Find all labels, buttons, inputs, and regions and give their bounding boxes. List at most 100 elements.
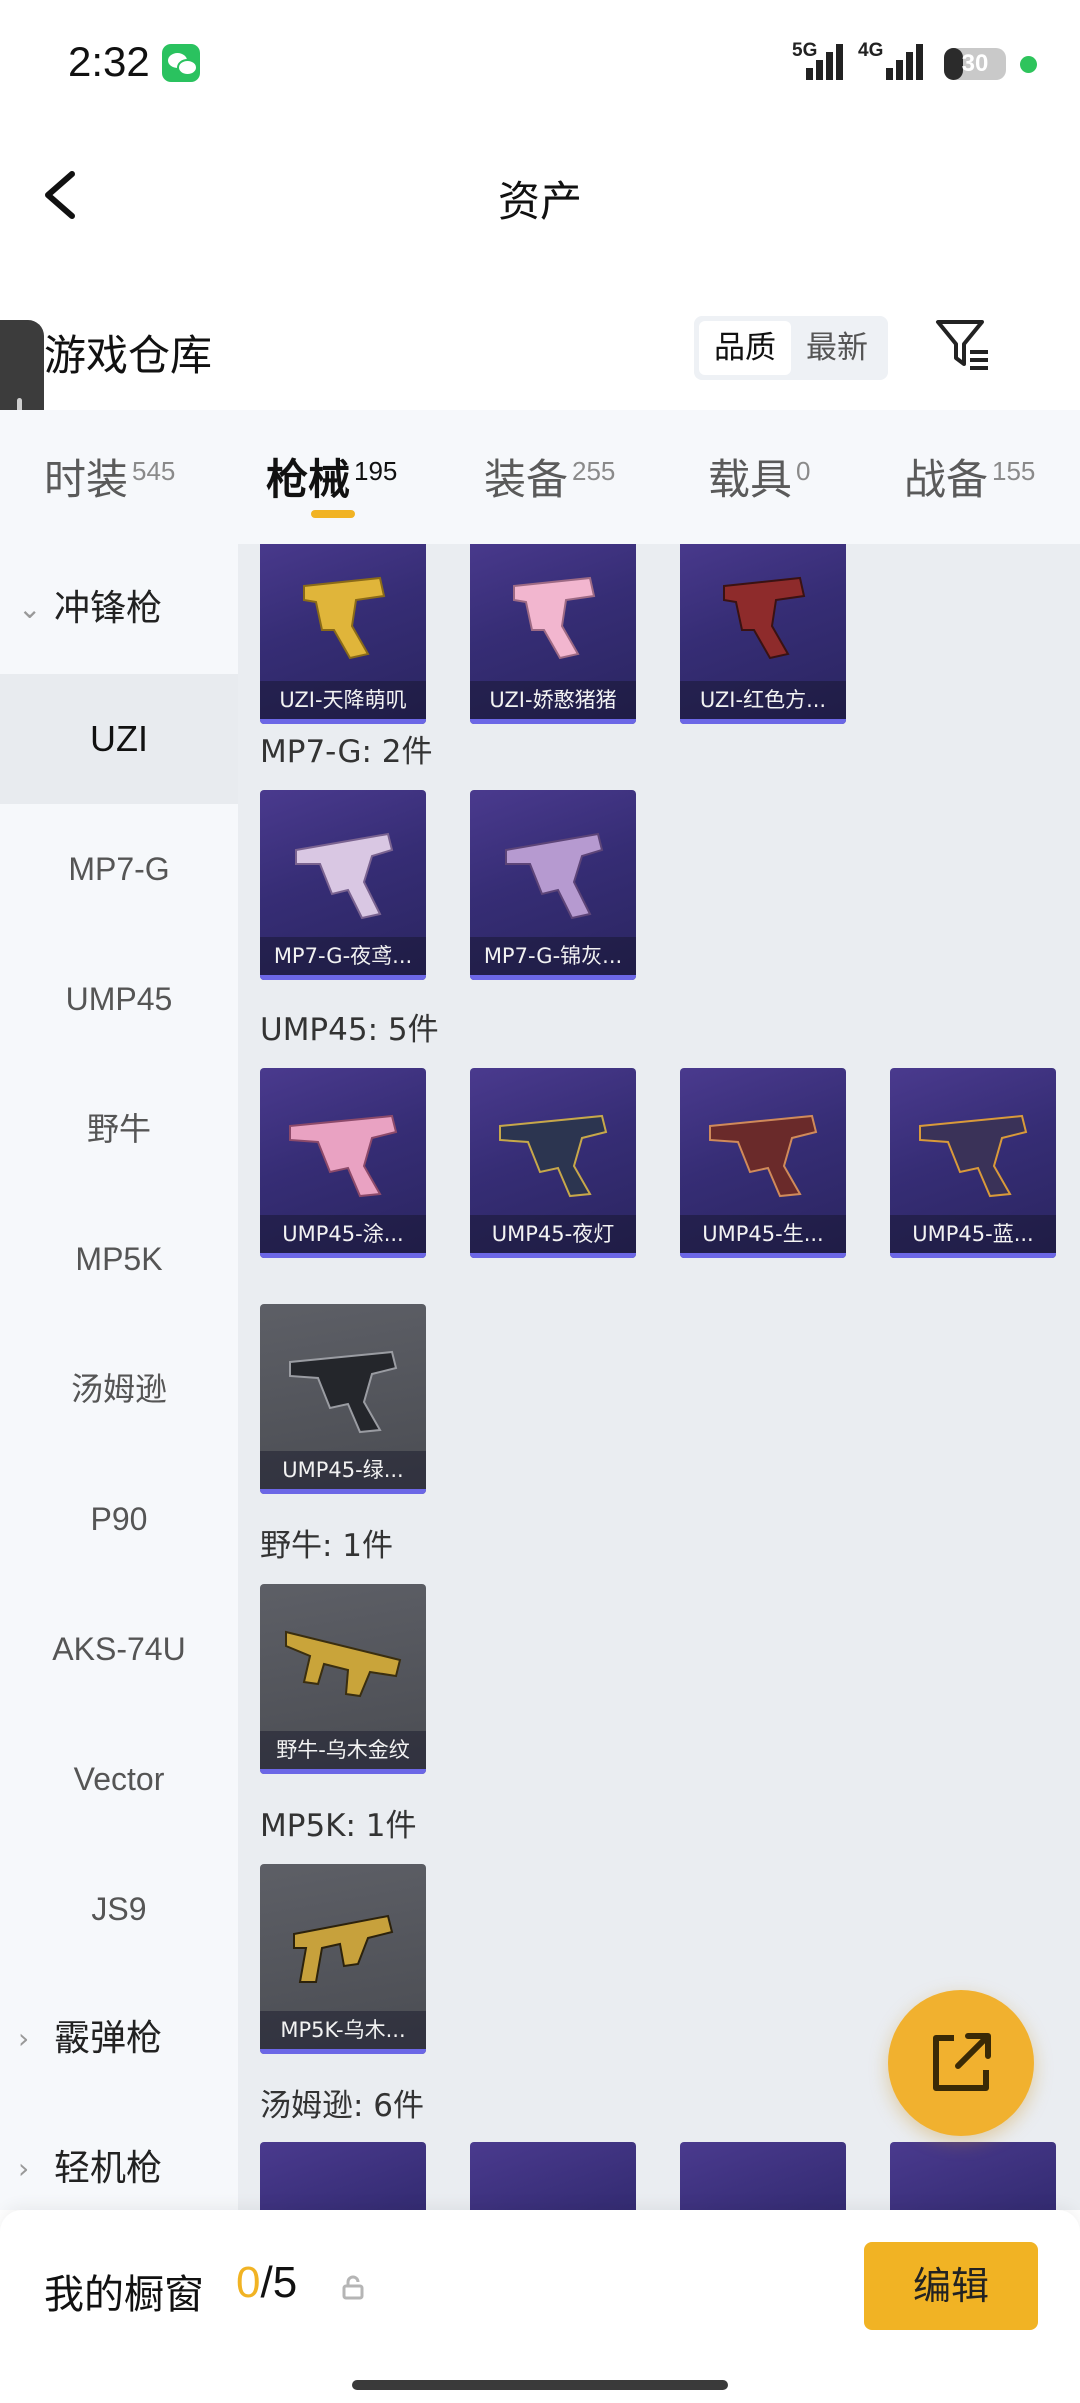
skin-card-ump45-3[interactable]: UMP45-生... [680, 1068, 846, 1258]
tab-label: 装备 [484, 455, 569, 504]
skin-card-ump45-4[interactable]: UMP45-蓝... [890, 1068, 1056, 1258]
tab-fashion[interactable]: 时装 545 [44, 446, 175, 506]
category-header-bison: 野牛: 1件 [260, 1528, 394, 1564]
status-time: 2:32 [68, 38, 150, 85]
page-title: 资产 [497, 177, 582, 226]
skin-card-mp7g-1[interactable]: MP7-G-夜鸢... [260, 790, 426, 980]
weapon-category-sidebar: ⌄ 冲锋枪 UZI MP7-G UMP45 野牛 MP5K 汤姆逊 P90 AK… [0, 544, 238, 2210]
sidebar-group-shotgun[interactable]: › 霰弹枪 [0, 1974, 238, 2104]
skin-name: 野牛-乌木金纹 [260, 1731, 426, 1769]
tab-vehicles[interactable]: 载具 0 [708, 446, 810, 506]
weapon-mp7-icon [295, 832, 394, 920]
sidebar-group-smg[interactable]: ⌄ 冲锋枪 [0, 544, 238, 674]
skin-name: MP5K-乌木... [260, 2011, 426, 2049]
tab-supplies[interactable]: 战备 155 [904, 446, 1035, 506]
skin-name: UMP45-夜灯 [470, 1215, 636, 1253]
weapon-uzi-pink-icon [513, 576, 596, 660]
skin-name: UZI-红色方... [680, 681, 846, 719]
weapon-ump45-icon [499, 1114, 608, 1198]
sort-option-newest[interactable]: 最新 [791, 321, 883, 375]
weapon-ump45-icon [709, 1114, 818, 1198]
skin-name: UZI-天降萌叽 [260, 681, 426, 719]
lock-icon [342, 2275, 364, 2300]
tab-label: 载具 [708, 455, 793, 504]
chevron-down-icon: ⌄ [18, 592, 42, 625]
tab-equipment[interactable]: 装备 255 [484, 446, 615, 506]
active-tab-indicator [311, 510, 355, 518]
skin-card-thompson-4[interactable] [890, 2142, 1056, 2210]
tab-label: 枪械 [266, 455, 351, 504]
showcase-bar: 我的橱窗 0/5 编辑 [0, 2210, 1080, 2403]
privacy-indicator-dot [1020, 56, 1037, 73]
skin-name: UMP45-涂... [260, 1215, 426, 1253]
sidebar-group-lmg[interactable]: › 轻机枪 [0, 2104, 238, 2210]
skin-card-bison-1[interactable]: 野牛-乌木金纹 [260, 1584, 426, 1774]
tab-label: 战备 [904, 455, 989, 504]
skin-card-mp7g-2[interactable]: MP7-G-锦灰... [470, 790, 636, 980]
filter-button[interactable] [932, 314, 994, 376]
skin-name: UMP45-蓝... [890, 1215, 1056, 1253]
tab-count: 545 [132, 456, 176, 486]
sidebar-item-mp7g[interactable]: MP7-G [0, 804, 238, 934]
showcase-label: 我的橱窗 [44, 2272, 204, 2318]
sidebar-item-p90[interactable]: P90 [0, 1454, 238, 1584]
skin-card-thompson-1[interactable] [260, 2142, 426, 2210]
category-header-thompson: 汤姆逊: 6件 [260, 2088, 425, 2124]
sidebar-item-thompson[interactable]: 汤姆逊 [0, 1324, 238, 1454]
tab-count: 155 [992, 456, 1036, 486]
skin-card-ump45-5[interactable]: UMP45-绿... [260, 1304, 426, 1494]
status-bar: 2:32 5G 4G 30 [0, 0, 1080, 130]
sidebar-item-js9[interactable]: JS9 [0, 1844, 238, 1974]
share-external-icon [933, 2033, 991, 2091]
sidebar-item-ump45[interactable]: UMP45 [0, 934, 238, 1064]
sidebar-item-uzi[interactable]: UZI [0, 674, 238, 804]
showcase-count-current: 0 [236, 2258, 261, 2307]
sidebar-item-bison[interactable]: 野牛 [0, 1064, 238, 1194]
filter-list-icon [936, 320, 988, 370]
weapon-skin-grid: UZI-天降萌叽 UZI-娇憨猪猪 UZI-红色方... MP7-G: 2件 M… [238, 544, 1080, 2210]
showcase-count-total: /5 [260, 2258, 298, 2307]
tab-count: 195 [354, 456, 398, 486]
tab-label: 时装 [44, 455, 129, 504]
signal-5g-icon [806, 44, 846, 80]
weapon-ump45-icon [289, 1350, 398, 1434]
chevron-right-icon: › [18, 2152, 30, 2185]
wechat-notification-icon [162, 44, 200, 82]
warehouse-title: 游戏仓库 [44, 331, 213, 380]
sidebar-group-label: 冲锋枪 [54, 588, 163, 629]
edit-showcase-button[interactable]: 编辑 [864, 2242, 1038, 2330]
skin-card-ump45-2[interactable]: UMP45-夜灯 [470, 1068, 636, 1258]
weapon-ump45-icon [919, 1114, 1028, 1198]
app-screen: 2:32 5G 4G 30 资产 游戏仓库 品质 最新 时装 545 枪械 19… [0, 0, 1080, 2403]
category-header-mp7g: MP7-G: 2件 [260, 734, 433, 770]
sidebar-item-aks74u[interactable]: AKS-74U [0, 1584, 238, 1714]
weapon-mp7-icon [505, 832, 604, 920]
weapon-mp5k-icon [293, 1914, 394, 1983]
skin-name: MP7-G-夜鸢... [260, 937, 426, 975]
skin-card-thompson-2[interactable] [470, 2142, 636, 2210]
sort-option-quality[interactable]: 品质 [699, 321, 791, 375]
skin-card-uzi-1[interactable]: UZI-天降萌叽 [260, 544, 426, 724]
home-indicator[interactable] [352, 2380, 728, 2390]
showcase-count: 0/5 [236, 2258, 297, 2308]
tab-count: 0 [796, 456, 811, 486]
skin-card-ump45-1[interactable]: UMP45-涂... [260, 1068, 426, 1258]
battery-icon: 30 [944, 48, 1006, 80]
sort-toggle: 品质 最新 [694, 316, 888, 380]
skin-name: UMP45-生... [680, 1215, 846, 1253]
chevron-right-icon: › [18, 2022, 30, 2055]
sidebar-item-vector[interactable]: Vector [0, 1714, 238, 1844]
weapon-uzi-red-icon [723, 576, 806, 660]
skin-card-mp5k-1[interactable]: MP5K-乌木... [260, 1864, 426, 2054]
sidebar-group-label: 轻机枪 [54, 2148, 163, 2189]
skin-card-thompson-3[interactable] [680, 2142, 846, 2210]
sidebar-item-mp5k[interactable]: MP5K [0, 1194, 238, 1324]
skin-card-uzi-3[interactable]: UZI-红色方... [680, 544, 846, 724]
tab-firearms[interactable]: 枪械 195 [266, 446, 397, 506]
skin-name: MP7-G-锦灰... [470, 937, 636, 975]
skin-card-uzi-2[interactable]: UZI-娇憨猪猪 [470, 544, 636, 724]
battery-label: 30 [961, 50, 989, 77]
network-label-4g: 4G [858, 40, 884, 61]
skin-name: UMP45-绿... [260, 1451, 426, 1489]
share-fab-button[interactable] [888, 1990, 1034, 2136]
